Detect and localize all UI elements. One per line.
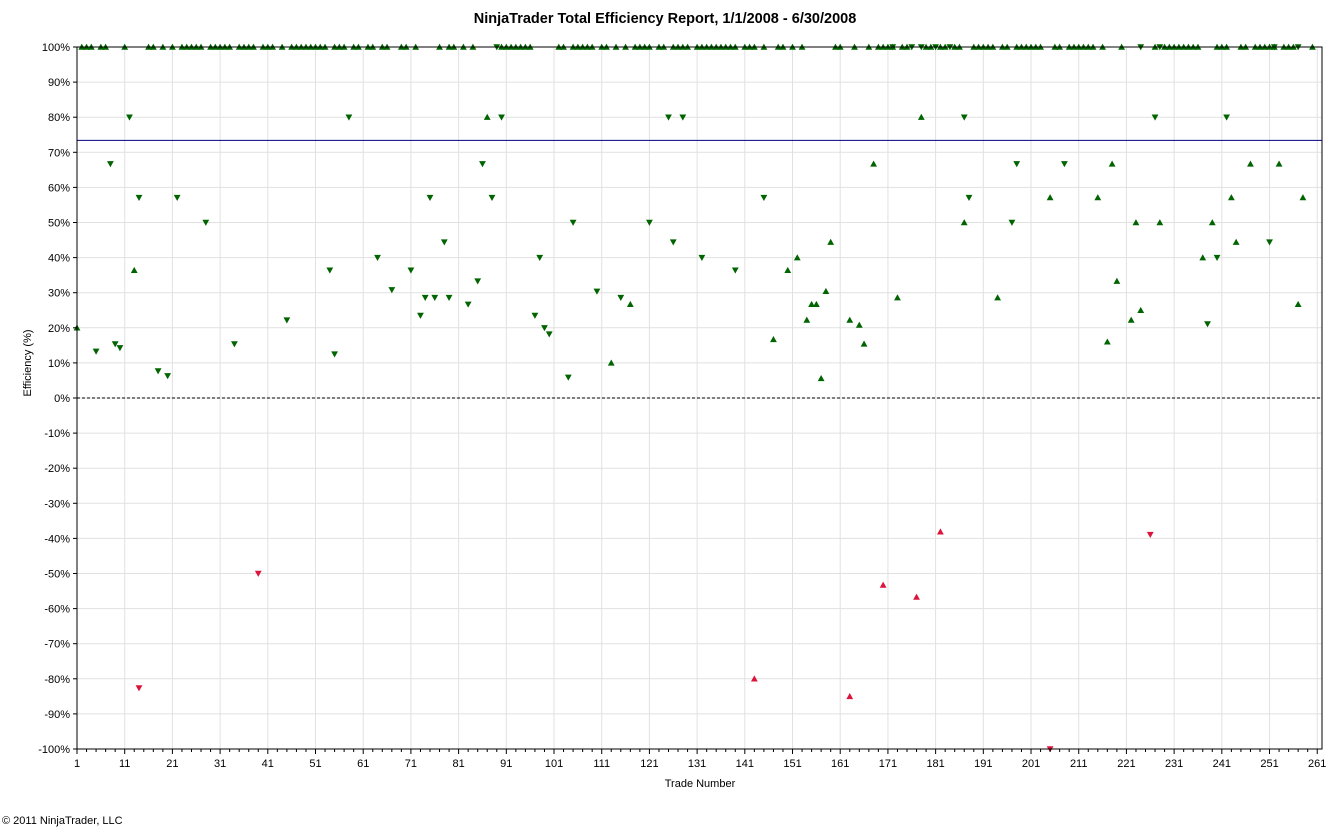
y-tick-label: -20% [44,463,70,475]
y-tick-label: 80% [48,112,70,124]
y-tick-label: 20% [48,323,70,335]
x-axis-label: Trade Number [665,778,736,790]
y-tick-label: -80% [44,674,70,686]
x-tick-label: 261 [1308,758,1326,770]
x-tick-label: 141 [736,758,754,770]
y-axis-label: Efficiency (%) [22,329,34,396]
x-tick-label: 201 [1022,758,1040,770]
y-tick-label: -10% [44,428,70,440]
x-tick-label: 161 [831,758,849,770]
x-tick-label: 131 [688,758,706,770]
y-tick-label: -70% [44,639,70,651]
x-tick-label: 151 [783,758,801,770]
y-tick-label: -40% [44,533,70,545]
x-tick-label: 11 [119,758,130,770]
x-tick-label: 221 [1117,758,1135,770]
y-tick-label: 60% [48,182,70,194]
y-tick-label: -100% [38,744,70,756]
chart-title: NinjaTrader Total Efficiency Report, 1/1… [474,11,857,27]
copyright-text: © 2011 NinjaTrader, LLC [2,815,123,827]
efficiency-scatter-chart: NinjaTrader Total Efficiency Report, 1/1… [0,0,1344,827]
x-tick-label: 1 [74,758,80,770]
y-tick-label: 100% [42,42,70,54]
y-tick-label: -90% [44,709,70,721]
x-tick-label: 21 [166,758,178,770]
y-tick-label: -50% [44,569,70,581]
x-tick-label: 31 [214,758,226,770]
x-tick-label: 51 [309,758,321,770]
y-tick-label: 70% [48,147,70,159]
x-tick-label: 111 [593,758,610,770]
y-tick-label: -30% [44,498,70,510]
x-tick-label: 181 [926,758,944,770]
x-tick-label: 41 [262,758,274,770]
y-tick-label: 10% [48,358,70,370]
x-tick-label: 121 [640,758,658,770]
y-tick-label: 30% [48,288,70,300]
x-tick-label: 81 [452,758,464,770]
x-tick-label: 191 [974,758,992,770]
chart-background [0,0,1344,827]
x-tick-label: 61 [357,758,369,770]
x-tick-label: 91 [500,758,512,770]
x-tick-label: 231 [1165,758,1183,770]
x-tick-label: 251 [1260,758,1278,770]
y-tick-label: 50% [48,218,70,230]
x-tick-label: 171 [879,758,897,770]
x-tick-label: 71 [405,758,417,770]
x-tick-label: 211 [1070,758,1088,770]
x-tick-label: 241 [1213,758,1231,770]
y-tick-label: 40% [48,253,70,265]
y-tick-label: 0% [54,393,70,405]
y-tick-label: 90% [48,77,70,89]
x-tick-label: 101 [545,758,563,770]
y-tick-label: -60% [44,604,70,616]
